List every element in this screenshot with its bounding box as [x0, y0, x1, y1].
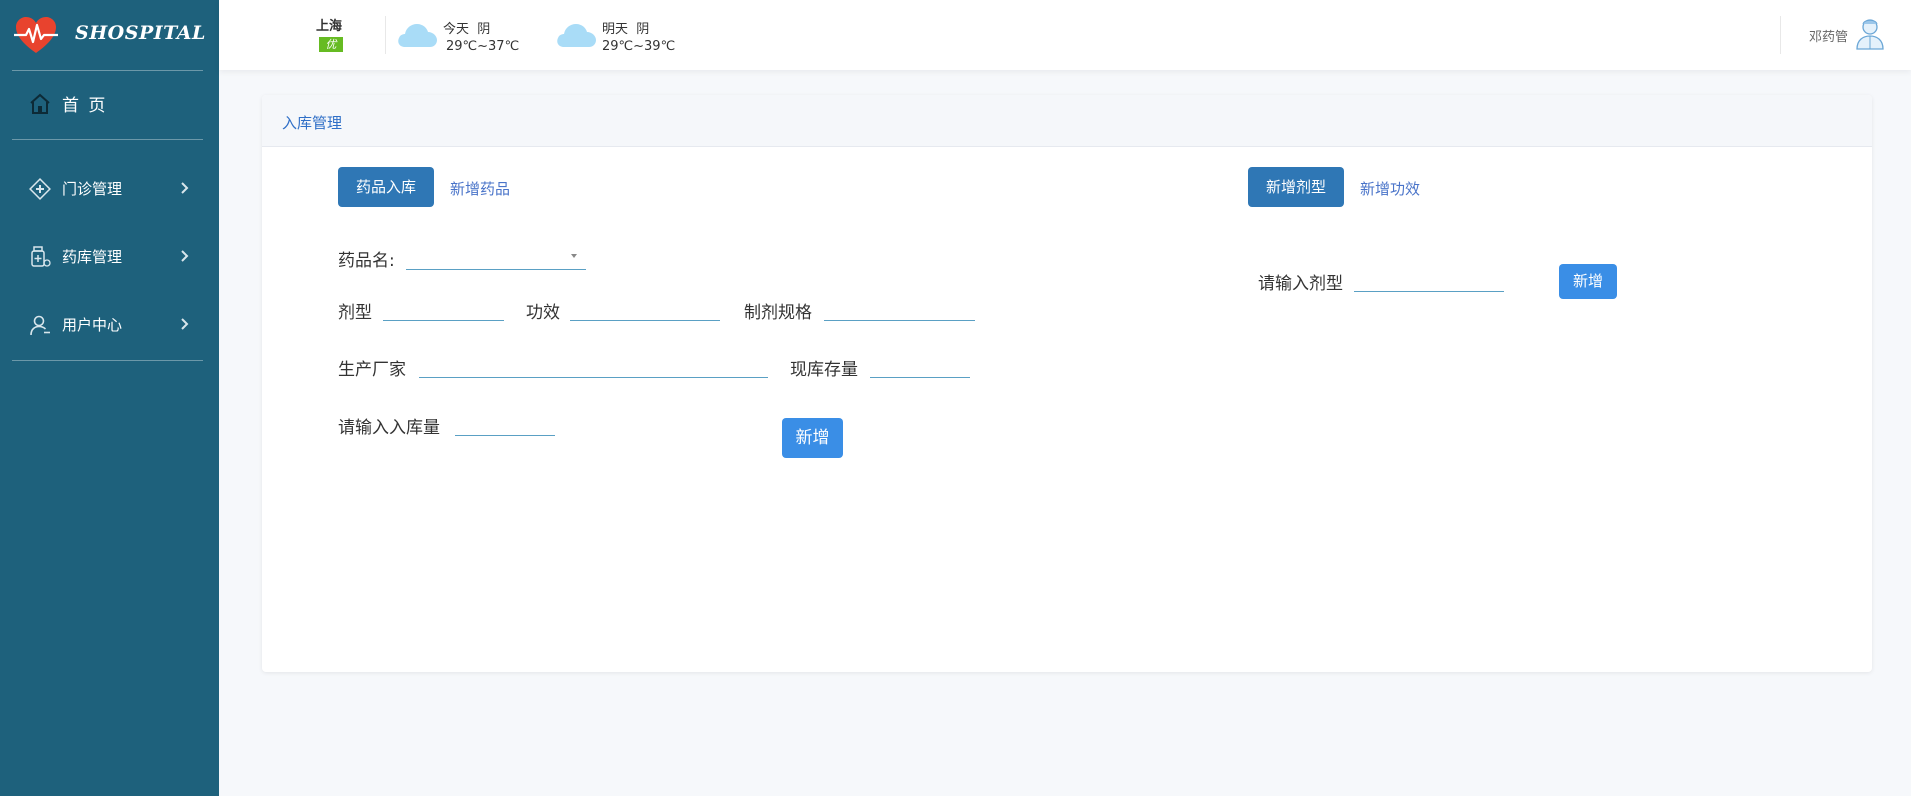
- caret-down-icon: [571, 254, 577, 258]
- manufacturer-label: 生产厂家: [338, 360, 406, 380]
- stock-label: 现库存量: [790, 360, 858, 380]
- dosage-input-label: 请输入剂型: [1258, 274, 1343, 294]
- inbound-management-card: 入库管理 药品入库 新增药品 新增剂型 新增功效 药品名: 剂型 功效 制剂规格…: [262, 95, 1872, 672]
- inbound-qty-label: 请输入入库量: [338, 418, 440, 438]
- cloud-icon: [398, 24, 437, 47]
- header-divider: [1780, 16, 1781, 54]
- dosage-form-input[interactable]: [383, 294, 504, 321]
- sidebar-item-label: 门诊管理: [62, 179, 123, 198]
- inbound-qty-input[interactable]: [455, 409, 555, 436]
- home-icon: [30, 93, 50, 114]
- efficacy-input[interactable]: [570, 294, 720, 321]
- sidebar-divider: [12, 139, 203, 140]
- efficacy-label: 功效: [526, 303, 560, 323]
- tab-drug-inbound[interactable]: 药品入库: [338, 167, 434, 207]
- specification-input[interactable]: [824, 294, 975, 321]
- sidebar-divider: [12, 70, 203, 71]
- user-icon: [30, 315, 50, 336]
- sidebar-item-label: 用户中心: [62, 315, 123, 334]
- chevron-right-icon: [181, 182, 189, 194]
- today-label: 今天: [443, 22, 470, 37]
- header-divider: [385, 16, 386, 54]
- specification-label: 制剂规格: [744, 303, 812, 323]
- today-condition: 阴: [477, 22, 491, 37]
- top-header: 上海 优 今天 阴 29℃~37℃ 明天 阴 29℃~39℃ 邓药管: [219, 0, 1911, 70]
- sidebar-item-label: 首 页: [62, 95, 108, 116]
- today-weather: 今天 阴: [443, 18, 490, 37]
- add-inbound-button[interactable]: 新增: [782, 418, 843, 458]
- sidebar: SHOSPITAL 首 页 门诊管理 药库管理 用户中心: [0, 0, 219, 796]
- sidebar-item-home[interactable]: 首 页: [0, 83, 219, 123]
- dosage-form-label: 剂型: [338, 303, 372, 323]
- card-header: 入库管理: [262, 95, 1872, 147]
- brand-name: SHOSPITAL: [75, 22, 206, 44]
- tomorrow-temp: 29℃~39℃: [602, 39, 676, 54]
- pharmacy-icon: [31, 246, 51, 267]
- heart-pulse-icon: [14, 17, 58, 53]
- logo[interactable]: SHOSPITAL: [0, 0, 219, 70]
- avatar[interactable]: [1855, 16, 1885, 50]
- drug-name-select[interactable]: [406, 243, 586, 270]
- sidebar-item-user-center[interactable]: 用户中心: [0, 304, 219, 344]
- page-title: 入库管理: [282, 114, 343, 132]
- cloud-icon: [557, 24, 596, 47]
- sidebar-divider: [12, 360, 203, 361]
- drug-name-label: 药品名:: [338, 251, 395, 271]
- new-dosage-form-input[interactable]: [1354, 265, 1504, 292]
- air-quality-badge: 优: [319, 37, 343, 52]
- sidebar-item-clinic[interactable]: 门诊管理: [0, 168, 219, 208]
- stock-input[interactable]: [870, 351, 970, 378]
- manufacturer-input[interactable]: [419, 351, 768, 378]
- sidebar-item-label: 药库管理: [62, 247, 123, 266]
- clinic-icon: [29, 178, 51, 200]
- chevron-right-icon: [181, 318, 189, 330]
- sidebar-item-pharmacy[interactable]: 药库管理: [0, 236, 219, 276]
- tab-add-drug[interactable]: 新增药品: [450, 178, 510, 199]
- tomorrow-weather: 明天 阴: [602, 18, 649, 37]
- tab-add-efficacy[interactable]: 新增功效: [1360, 178, 1420, 199]
- tomorrow-condition: 阴: [636, 22, 650, 37]
- chevron-right-icon: [181, 250, 189, 262]
- user-name[interactable]: 邓药管: [1809, 26, 1848, 45]
- tomorrow-label: 明天: [602, 22, 629, 37]
- weather-city: 上海: [316, 19, 343, 34]
- today-temp: 29℃~37℃: [446, 39, 520, 54]
- add-dosage-form-button[interactable]: 新增: [1559, 264, 1617, 299]
- tab-add-dosage-form[interactable]: 新增剂型: [1248, 167, 1344, 207]
